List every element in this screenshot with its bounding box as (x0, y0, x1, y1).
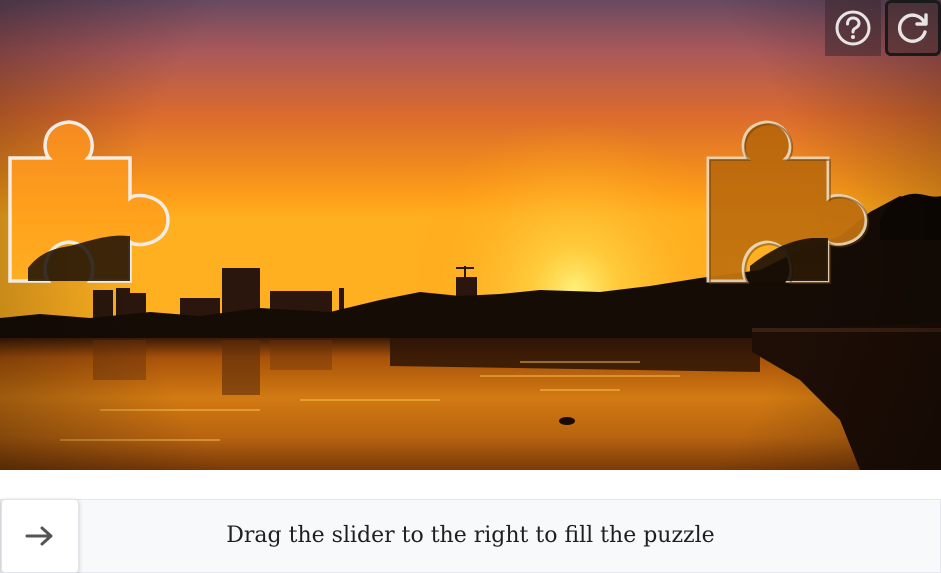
slider-captcha: Drag the slider to the right to fill the… (0, 0, 941, 573)
refresh-button[interactable] (885, 0, 941, 56)
refresh-icon (897, 13, 928, 43)
puzzle-background-image (0, 0, 941, 470)
captcha-toolbar (825, 0, 941, 56)
help-button[interactable] (825, 0, 881, 56)
question-circle-icon (835, 10, 871, 46)
slider-instruction: Drag the slider to the right to fill the… (226, 523, 715, 548)
slider-handle[interactable] (1, 499, 79, 573)
arrow-right-icon (25, 526, 53, 546)
slider-track: Drag the slider to the right to fill the… (0, 499, 941, 573)
